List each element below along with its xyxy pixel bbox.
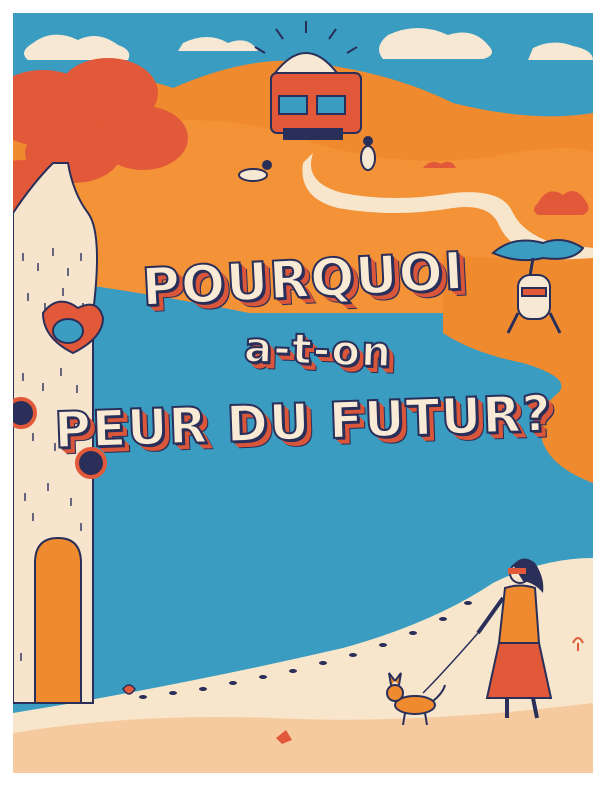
flower-left	[122, 684, 136, 695]
poster: POURQUOI a-t-on PEUR DU FUTUR?	[13, 13, 593, 773]
flying-figure-2	[360, 136, 376, 171]
tree-door	[34, 536, 82, 704]
